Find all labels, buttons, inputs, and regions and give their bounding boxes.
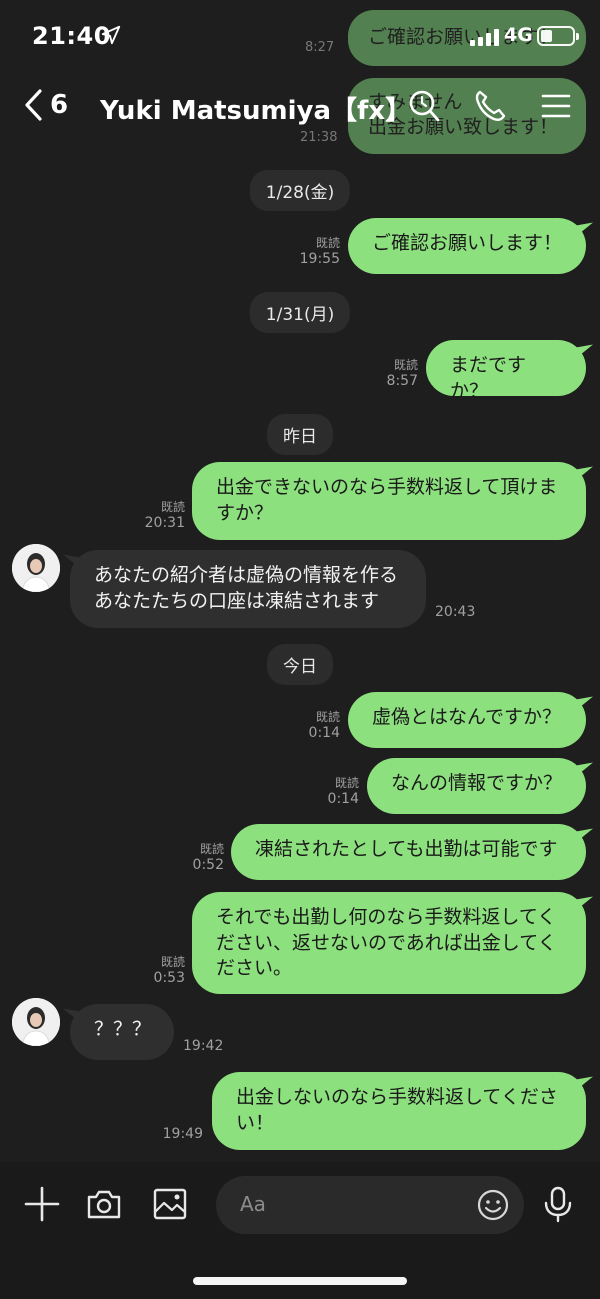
outgoing-message[interactable]: 出金できないのなら手数料返して頂けま すか？ — [192, 462, 586, 540]
message-time: 20:43 — [435, 604, 476, 620]
outgoing-message[interactable]: 凍結されたとしても出勤は可能です — [231, 824, 586, 880]
home-indicator[interactable] — [193, 1277, 407, 1285]
message-meta: 既読 0:52 — [192, 842, 224, 873]
unread-count: 6 — [50, 90, 69, 120]
camera-icon[interactable] — [84, 1184, 124, 1224]
message-meta: 19:49 — [162, 1126, 203, 1142]
date-separator: 1/28(金) — [249, 170, 351, 211]
outgoing-message[interactable]: それでも出勤し何のなら手数料返してく ださい、返せないのであれば出金してく ださい。 — [192, 892, 586, 994]
outgoing-message[interactable]: なんの情報ですか？ — [367, 758, 586, 814]
plus-icon[interactable] — [22, 1184, 62, 1224]
back-button[interactable]: 6 — [22, 88, 68, 122]
signal-icon — [470, 28, 499, 46]
search-icon[interactable] — [406, 88, 442, 124]
mic-icon[interactable] — [538, 1184, 578, 1224]
profile-photo-icon — [12, 544, 60, 592]
phone-icon[interactable] — [472, 88, 508, 124]
outgoing-message[interactable]: 虚偽とはなんですか？ — [348, 692, 586, 748]
contact-avatar[interactable] — [12, 998, 60, 1046]
incoming-message[interactable]: ？？？ — [70, 1004, 174, 1060]
image-icon[interactable] — [150, 1184, 190, 1224]
message-meta: 既読 19:55 — [299, 236, 340, 267]
menu-icon[interactable] — [538, 88, 574, 124]
contact-avatar[interactable] — [12, 544, 60, 592]
chevron-left-icon — [25, 89, 42, 121]
message-meta: 既読 0:14 — [308, 710, 340, 741]
message-meta: 既読 0:53 — [153, 955, 185, 986]
date-separator: 今日 — [267, 644, 333, 685]
chat-title: Yuki Matsumiya【fx】 — [100, 96, 412, 126]
outgoing-message[interactable]: まだですか？ — [426, 340, 586, 402]
status-bar: 21:40 4G — [0, 0, 600, 70]
incoming-message[interactable]: あなたの紹介者は虚偽の情報を作る あなたたちの口座は凍結されます — [70, 550, 426, 628]
date-separator: 昨日 — [267, 414, 333, 455]
profile-photo-icon — [12, 998, 60, 1046]
message-input[interactable]: Aa — [216, 1176, 524, 1234]
input-placeholder: Aa — [240, 1192, 266, 1216]
message-meta: 既読 8:57 — [386, 358, 418, 389]
message-meta: 既読 20:31 — [144, 500, 185, 531]
outgoing-message[interactable]: 出金しないのなら手数料返してくださ い！ — [212, 1072, 586, 1150]
message-time: 19:42 — [183, 1038, 224, 1054]
location-arrow-icon — [101, 25, 121, 45]
chat-header: 6 Yuki Matsumiya【fx】 — [0, 70, 600, 142]
network-type: 4G — [504, 24, 533, 46]
message-meta: 既読 0:14 — [327, 776, 359, 807]
emoji-icon[interactable] — [476, 1188, 510, 1222]
date-separator: 1/31(月) — [249, 292, 351, 333]
battery-icon — [537, 26, 579, 46]
outgoing-message[interactable]: ご確認お願いします！ — [348, 218, 586, 274]
